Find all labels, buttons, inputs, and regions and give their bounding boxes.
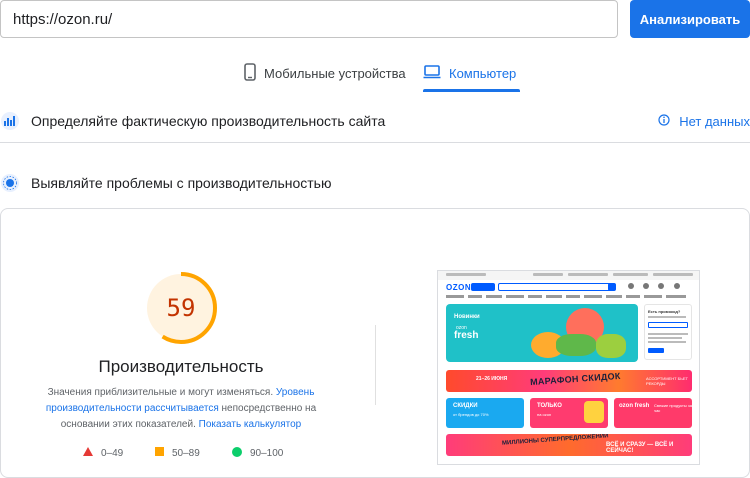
greens-image (556, 334, 596, 356)
url-input[interactable] (0, 0, 618, 38)
preview-banner-date: 21–26 ИЮНЯ (476, 376, 508, 382)
circle-icon (232, 447, 242, 460)
legend-pass: 90–100 (232, 447, 283, 460)
preview-logo: OZON (446, 283, 472, 292)
tab-mobile-label: Мобильные устройства (264, 65, 406, 81)
section-divider (375, 325, 376, 405)
legend-average: 50–89 (155, 447, 200, 459)
info-icon (658, 113, 670, 129)
device-tabs: Мобильные устройства Компьютер (0, 56, 750, 92)
no-data-link[interactable]: Нет данных (658, 114, 750, 129)
preview-tile-discounts: СКИДКИ от брендов до 70% (446, 398, 524, 428)
preview-hero-banner: Новинки ozon fresh (446, 304, 638, 362)
tab-desktop[interactable]: Компьютер (423, 56, 521, 92)
preview-promo-title: Есть промокод? (648, 309, 681, 314)
performance-title: Производительность (98, 357, 264, 376)
preview-hero-fresh: fresh (454, 330, 479, 341)
preview-tile-exclusive: ТОЛЬКО на ozon (530, 398, 608, 428)
legend-pass-label: 90–100 (250, 448, 284, 459)
show-calculator-link[interactable]: Показать калькулятор (199, 419, 302, 430)
legend-average-label: 50–89 (172, 447, 200, 459)
preview-hero-title: Новинки (454, 314, 480, 320)
preview-sale-banner: 21–26 ИЮНЯ МАРАФОН СКИДОК АССОРТИМЕНТ БЬ… (446, 370, 692, 392)
preview-promo-box: Есть промокод? (644, 304, 692, 360)
preview-tile1-title: СКИДКИ (453, 403, 478, 409)
field-data-title: Определяйте фактическую производительнос… (31, 113, 386, 129)
preview-topbar (438, 271, 699, 280)
preview-tile1-sub: от брендов до 70% (453, 412, 489, 417)
square-icon (155, 447, 164, 459)
preview-offers-tag: ВСЁ И СРАЗУ — ВСЁ И СЕЙЧАС! (606, 442, 674, 454)
lab-data-title: Выявляйте проблемы с производительностью (31, 175, 332, 191)
desc-text-1: Значения приблизительные и могут изменят… (47, 387, 274, 398)
lab-data-section: Выявляйте проблемы с производительностью (0, 165, 750, 201)
preview-banner-title: МАРАФОН СКИДОК (529, 370, 621, 388)
preview-tile2-sub: на ozon (537, 412, 552, 417)
no-data-label: Нет данных (679, 113, 750, 129)
tab-mobile[interactable]: Мобильные устройства (244, 56, 406, 90)
desktop-icon (423, 64, 449, 82)
performance-description: Значения приблизительные и могут изменят… (20, 385, 342, 433)
preview-tile2-title: ТОЛЬКО (537, 403, 562, 409)
page-screenshot-preview: OZON Новинки ozon fresh Есть промокод? 2… (437, 270, 700, 465)
preview-offers-banner: МИЛЛИОНЫ СУПЕРПРЕДЛОЖЕНИЙ ВСЁ И СРАЗУ — … (446, 434, 692, 456)
preview-search (498, 283, 613, 291)
preview-promo-button (648, 348, 664, 353)
legend-fail: 0–49 (83, 447, 123, 459)
preview-offers-title: МИЛЛИОНЫ СУПЕРПРЕДЛОЖЕНИЙ (501, 434, 609, 447)
field-data-section: Определяйте фактическую производительнос… (0, 100, 750, 143)
field-data-icon (0, 111, 20, 131)
preview-catalog-button (471, 283, 495, 291)
phone-icon (244, 62, 264, 84)
analyze-button[interactable]: Анализировать (630, 0, 750, 38)
preview-search-icon (608, 283, 616, 291)
preview-banner-tag: АССОРТИМЕНТ БЬЕТ РЕКОРДЫ (646, 376, 688, 386)
preview-tile2-image (584, 401, 604, 423)
preview-promo-input (648, 322, 688, 328)
legend-fail-label: 0–49 (101, 447, 124, 459)
performance-score: 59 (166, 294, 196, 322)
preview-links-row (446, 295, 691, 299)
preview-tile-fresh: ozon fresh Свежие продукты за час (614, 398, 692, 428)
preview-tile3-title: ozon fresh (619, 403, 650, 409)
vegetables-image (596, 334, 626, 358)
tab-desktop-label: Компьютер (449, 65, 517, 81)
triangle-icon (83, 447, 93, 459)
preview-tile3-text: Свежие продукты за час (654, 403, 692, 413)
lab-data-icon (0, 173, 20, 193)
